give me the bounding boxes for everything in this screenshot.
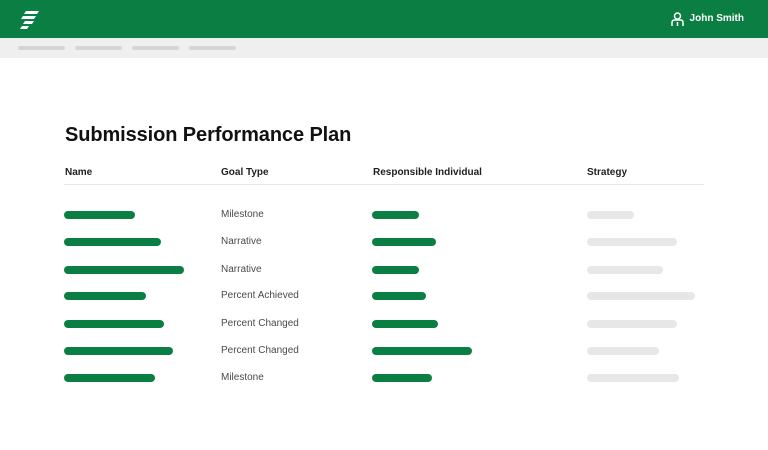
breadcrumb-item[interactable] [189, 46, 236, 50]
responsible-placeholder [372, 374, 432, 382]
top-bar: John Smith [0, 0, 768, 38]
column-header-strategy[interactable]: Strategy [587, 167, 627, 179]
goal-type-cell: Narrative [221, 236, 262, 247]
responsible-placeholder [372, 266, 419, 274]
breadcrumb-item[interactable] [132, 46, 179, 50]
name-placeholder [64, 211, 135, 219]
table-row[interactable]: Percent Changed [0, 319, 768, 329]
name-placeholder [64, 238, 161, 246]
name-placeholder [64, 374, 155, 382]
goal-type-cell: Narrative [221, 264, 262, 275]
strategy-placeholder [587, 292, 695, 300]
stacked-bars-logo-icon[interactable] [20, 9, 40, 29]
strategy-placeholder [587, 320, 677, 328]
goal-type-cell: Percent Achieved [221, 290, 299, 301]
strategy-placeholder [587, 374, 679, 382]
responsible-placeholder [372, 211, 419, 219]
header-divider [64, 184, 704, 185]
page-title: Submission Performance Plan [65, 124, 352, 146]
strategy-placeholder [587, 211, 634, 219]
table-row[interactable]: Percent Achieved [0, 291, 768, 301]
goal-type-cell: Milestone [221, 372, 264, 383]
name-placeholder [64, 292, 146, 300]
name-placeholder [64, 266, 184, 274]
table-row[interactable]: Milestone [0, 373, 768, 383]
goal-type-cell: Percent Changed [221, 318, 299, 329]
table-row[interactable]: Narrative [0, 237, 768, 247]
user-name: John Smith [689, 13, 744, 24]
table-row[interactable]: Narrative [0, 265, 768, 275]
responsible-placeholder [372, 320, 438, 328]
table-row[interactable]: Percent Changed [0, 346, 768, 356]
strategy-placeholder [587, 266, 663, 274]
column-header-name[interactable]: Name [65, 167, 92, 179]
responsible-placeholder [372, 292, 426, 300]
responsible-placeholder [372, 347, 472, 355]
name-placeholder [64, 347, 173, 355]
column-header-responsible-individual[interactable]: Responsible Individual [373, 167, 482, 179]
responsible-placeholder [372, 238, 436, 246]
breadcrumb-item[interactable] [75, 46, 122, 50]
person-icon [670, 11, 684, 26]
goal-type-cell: Milestone [221, 209, 264, 220]
breadcrumb [0, 38, 768, 58]
column-header-goal-type[interactable]: Goal Type [221, 167, 269, 179]
goal-type-cell: Percent Changed [221, 345, 299, 356]
breadcrumb-item[interactable] [18, 46, 65, 50]
user-menu[interactable]: John Smith [670, 11, 744, 27]
name-placeholder [64, 320, 164, 328]
strategy-placeholder [587, 347, 659, 355]
table-row[interactable]: Milestone [0, 210, 768, 220]
strategy-placeholder [587, 238, 677, 246]
